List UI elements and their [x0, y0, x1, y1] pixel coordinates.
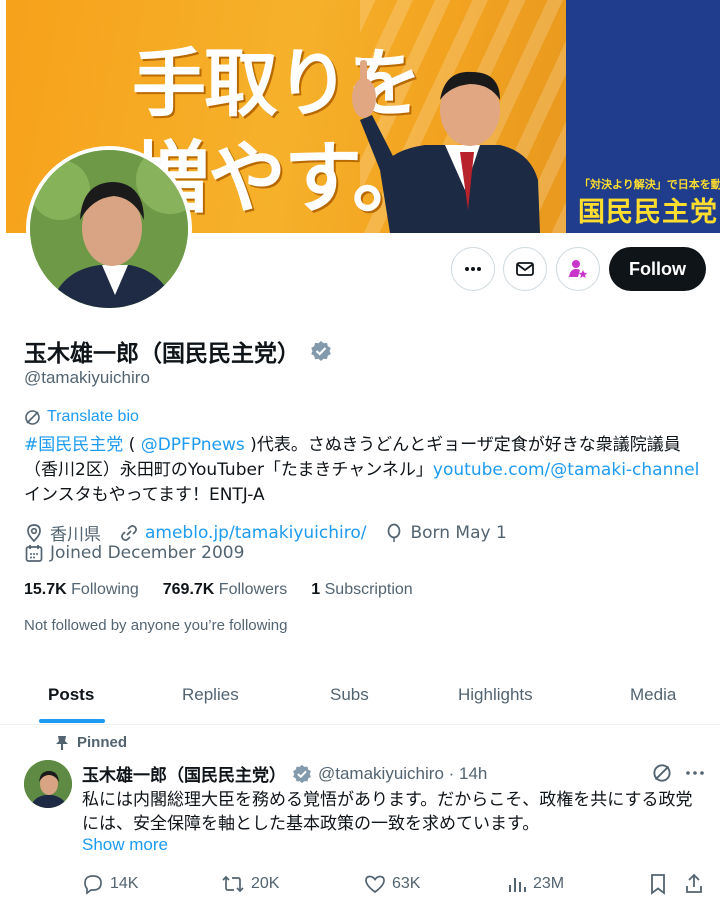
bookmark-button[interactable]	[648, 873, 668, 895]
profile-joined-row: Joined December 2009	[24, 543, 244, 563]
subscription-label: Subscription	[324, 581, 413, 598]
followers-count: 769.7K	[162, 581, 215, 598]
translate-bio-label: Translate bio	[47, 408, 139, 425]
views-button[interactable]: 23M	[507, 873, 564, 895]
post-more-icon[interactable]	[684, 763, 706, 783]
banner-party-name: 国民民主党	[578, 197, 718, 228]
pinned-indicator: Pinned	[55, 734, 127, 751]
tab-media[interactable]: Media	[630, 666, 676, 724]
heart-icon	[365, 875, 385, 894]
follow-button[interactable]: Follow	[609, 247, 706, 291]
verified-badge-icon[interactable]	[310, 340, 332, 362]
share-icon	[686, 873, 702, 893]
share-button[interactable]	[684, 873, 704, 895]
subscription-count: 1	[311, 581, 321, 598]
profile-website-link[interactable]: ameblo.jp/tamakiyuichiro/	[145, 523, 366, 543]
location-pin-icon	[27, 523, 41, 542]
reply-button[interactable]: 14K	[82, 873, 138, 895]
post-author-name[interactable]: 玉木雄一郎（国民民主党）	[82, 761, 286, 786]
tab-subs[interactable]: Subs	[330, 666, 369, 724]
verified-badge-icon	[293, 764, 311, 783]
bio-text-2: インスタもやってます！ENTJ-A	[24, 485, 265, 505]
profile-bio: #国民民主党 ( @DPFPnews )代表。さぬきうどんとギョーザ定食が好きな…	[24, 433, 704, 508]
avatar-image	[30, 150, 188, 308]
following-label: Following	[71, 581, 139, 598]
profile-joined: Joined December 2009	[50, 543, 245, 563]
profile-tabs: Posts Replies Subs Highlights Media	[0, 666, 720, 725]
following-count: 15.7K	[24, 581, 67, 598]
post-author-handle-time[interactable]: @tamakiyuichiro · 14h	[318, 764, 487, 784]
more-icon	[465, 267, 481, 271]
profile-avatar[interactable]	[26, 146, 192, 312]
like-count: 63K	[392, 875, 421, 892]
bookmark-icon	[651, 874, 665, 895]
translate-icon	[25, 409, 40, 425]
banner-person-image	[352, 60, 540, 233]
bio-mention-link[interactable]: @DPFPnews	[141, 435, 245, 455]
view-count: 23M	[533, 875, 565, 892]
post-text: 私には内閣総理大臣を務める覚悟があります。だからこそ、政権を共にする政党には、安…	[82, 790, 693, 834]
calendar-icon	[25, 545, 43, 562]
followers-label: Followers	[218, 581, 288, 598]
following-stat[interactable]: 15.7K Following	[24, 581, 139, 599]
profile-handle: @tamakiyuichiro	[24, 368, 150, 387]
active-tab-indicator	[39, 719, 105, 723]
profile-name: 玉木雄一郎（国民民主党）	[24, 341, 300, 367]
repost-button[interactable]: 20K	[221, 873, 279, 895]
tab-replies[interactable]: Replies	[182, 666, 239, 724]
followers-stat[interactable]: 769.7K Followers	[163, 581, 288, 599]
profile-meta-row: 香川県 ameblo.jp/tamakiyuichiro/ Born May 1	[24, 520, 507, 545]
subscribe-star-icon	[569, 260, 588, 278]
envelope-icon	[516, 262, 534, 276]
post-translate-icon[interactable]	[652, 763, 672, 783]
profile-stats: 15.7K Following 769.7K Followers 1 Subsc…	[24, 581, 413, 599]
show-more-link[interactable]: Show more	[82, 835, 168, 855]
post-author-avatar[interactable]	[24, 760, 72, 808]
post-avatar-image	[24, 760, 72, 808]
more-options-button[interactable]	[451, 247, 495, 291]
reply-count: 14K	[110, 875, 139, 892]
bio-hashtag-link[interactable]: #国民民主党	[24, 435, 123, 455]
translate-bio-link[interactable]: Translate bio	[24, 408, 139, 426]
bio-paren: (	[123, 435, 141, 455]
banner-edge	[0, 0, 6, 233]
profile-name-row: 玉木雄一郎（国民民主党）	[24, 334, 332, 368]
tab-highlights[interactable]: Highlights	[458, 666, 533, 724]
profile-location: 香川県	[50, 525, 101, 545]
repost-icon	[222, 875, 244, 893]
message-button[interactable]	[503, 247, 547, 291]
balloon-icon	[388, 523, 401, 542]
subscription-stat[interactable]: 1 Subscription	[311, 581, 412, 599]
post-header: 玉木雄一郎（国民民主党） @tamakiyuichiro · 14h	[82, 761, 487, 787]
pin-icon	[56, 735, 68, 750]
like-button[interactable]: 63K	[364, 873, 420, 895]
analytics-icon	[509, 878, 526, 892]
not-followed-note: Not followed by anyone you’re following	[24, 617, 288, 634]
reply-icon	[84, 875, 102, 895]
profile-birthday: Born May 1	[410, 522, 507, 543]
tab-posts[interactable]: Posts	[48, 666, 94, 724]
bio-youtube-link[interactable]: youtube.com/@tamaki-channel	[433, 460, 699, 480]
link-icon	[121, 524, 137, 541]
pinned-label: Pinned	[77, 734, 128, 751]
subscribe-button[interactable]	[556, 247, 600, 291]
repost-count: 20K	[251, 875, 280, 892]
